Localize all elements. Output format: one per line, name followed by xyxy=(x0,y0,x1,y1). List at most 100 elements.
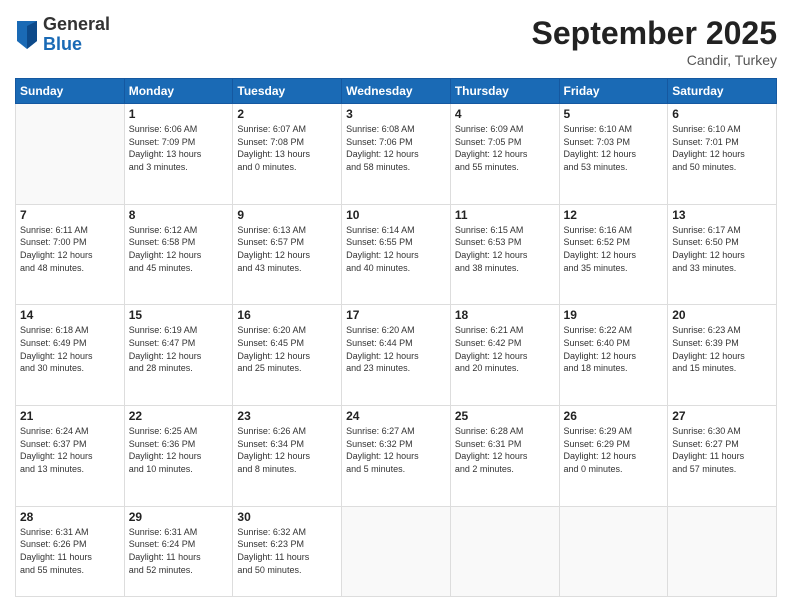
day-info: Sunrise: 6:18 AM Sunset: 6:49 PM Dayligh… xyxy=(20,324,120,374)
day-info: Sunrise: 6:10 AM Sunset: 7:03 PM Dayligh… xyxy=(564,123,664,173)
day-number: 9 xyxy=(237,208,337,222)
calendar-cell: 18 Sunrise: 6:21 AM Sunset: 6:42 PM Dayli… xyxy=(450,305,559,406)
calendar-week-row: 1 Sunrise: 6:06 AM Sunset: 7:09 PM Daylig… xyxy=(16,104,777,205)
calendar-cell: 11 Sunrise: 6:15 AM Sunset: 6:53 PM Dayli… xyxy=(450,204,559,305)
logo: General Blue xyxy=(15,15,110,55)
day-number: 3 xyxy=(346,107,446,121)
calendar-cell: 15Sunrise: 6:19 AM Sunset: 6:47 PM Dayli… xyxy=(124,305,233,406)
calendar-week-row: 28Sunrise: 6:31 AM Sunset: 6:26 PM Dayli… xyxy=(16,506,777,596)
day-info: Sunrise: 6:32 AM Sunset: 6:23 PM Dayligh… xyxy=(237,526,337,576)
calendar-cell xyxy=(450,506,559,596)
weekday-header-row: SundayMondayTuesdayWednesdayThursdayFrid… xyxy=(16,79,777,104)
weekday-header: Friday xyxy=(559,79,668,104)
day-info: Sunrise: 6:11 AM Sunset: 7:00 PM Dayligh… xyxy=(20,224,120,274)
day-info: Sunrise: 6:20 AM Sunset: 6:44 PM Dayligh… xyxy=(346,324,446,374)
calendar-cell: 10 Sunrise: 6:14 AM Sunset: 6:55 PM Dayli… xyxy=(342,204,451,305)
logo-text: General Blue xyxy=(43,15,110,55)
calendar-cell: 14 Sunrise: 6:18 AM Sunset: 6:49 PM Dayli… xyxy=(16,305,125,406)
day-number: 30 xyxy=(237,510,337,524)
day-info: Sunrise: 6:07 AM Sunset: 7:08 PM Dayligh… xyxy=(237,123,337,173)
calendar-week-row: 14 Sunrise: 6:18 AM Sunset: 6:49 PM Dayli… xyxy=(16,305,777,406)
logo-icon xyxy=(17,21,37,49)
calendar-cell: 26 Sunrise: 6:29 AM Sunset: 6:29 PM Dayli… xyxy=(559,406,668,507)
day-number: 17 xyxy=(346,308,446,322)
day-info: Sunrise: 6:09 AM Sunset: 7:05 PM Dayligh… xyxy=(455,123,555,173)
calendar-cell xyxy=(668,506,777,596)
weekday-header: Sunday xyxy=(16,79,125,104)
day-number: 25 xyxy=(455,409,555,423)
day-number: 21 xyxy=(20,409,120,423)
day-number: 18 xyxy=(455,308,555,322)
location: Candir, Turkey xyxy=(532,52,777,68)
calendar-cell xyxy=(342,506,451,596)
day-number: 16 xyxy=(237,308,337,322)
calendar-cell: 6 Sunrise: 6:10 AM Sunset: 7:01 PM Daylig… xyxy=(668,104,777,205)
day-number: 7 xyxy=(20,208,120,222)
logo-blue: Blue xyxy=(43,35,110,55)
day-info: Sunrise: 6:21 AM Sunset: 6:42 PM Dayligh… xyxy=(455,324,555,374)
day-number: 4 xyxy=(455,107,555,121)
day-info: Sunrise: 6:30 AM Sunset: 6:27 PM Dayligh… xyxy=(672,425,772,475)
weekday-header: Tuesday xyxy=(233,79,342,104)
calendar-cell: 25Sunrise: 6:28 AM Sunset: 6:31 PM Dayli… xyxy=(450,406,559,507)
calendar-cell: 2Sunrise: 6:07 AM Sunset: 7:08 PM Daylig… xyxy=(233,104,342,205)
logo-general: General xyxy=(43,15,110,35)
calendar-cell xyxy=(16,104,125,205)
calendar-cell: 27Sunrise: 6:30 AM Sunset: 6:27 PM Dayli… xyxy=(668,406,777,507)
day-number: 23 xyxy=(237,409,337,423)
day-number: 14 xyxy=(20,308,120,322)
calendar-cell: 5Sunrise: 6:10 AM Sunset: 7:03 PM Daylig… xyxy=(559,104,668,205)
calendar-cell: 30 Sunrise: 6:32 AM Sunset: 6:23 PM Dayli… xyxy=(233,506,342,596)
weekday-header: Saturday xyxy=(668,79,777,104)
calendar-cell: 20 Sunrise: 6:23 AM Sunset: 6:39 PM Dayli… xyxy=(668,305,777,406)
calendar-cell: 22 Sunrise: 6:25 AM Sunset: 6:36 PM Dayli… xyxy=(124,406,233,507)
calendar-week-row: 21 Sunrise: 6:24 AM Sunset: 6:37 PM Dayli… xyxy=(16,406,777,507)
day-number: 24 xyxy=(346,409,446,423)
day-info: Sunrise: 6:06 AM Sunset: 7:09 PM Dayligh… xyxy=(129,123,229,173)
day-number: 26 xyxy=(564,409,664,423)
day-info: Sunrise: 6:24 AM Sunset: 6:37 PM Dayligh… xyxy=(20,425,120,475)
day-info: Sunrise: 6:31 AM Sunset: 6:24 PM Dayligh… xyxy=(129,526,229,576)
weekday-header: Monday xyxy=(124,79,233,104)
day-number: 6 xyxy=(672,107,772,121)
weekday-header: Thursday xyxy=(450,79,559,104)
calendar-cell: 24 Sunrise: 6:27 AM Sunset: 6:32 PM Dayli… xyxy=(342,406,451,507)
day-info: Sunrise: 6:23 AM Sunset: 6:39 PM Dayligh… xyxy=(672,324,772,374)
calendar-cell: 19Sunrise: 6:22 AM Sunset: 6:40 PM Dayli… xyxy=(559,305,668,406)
day-number: 12 xyxy=(564,208,664,222)
calendar-cell: 16Sunrise: 6:20 AM Sunset: 6:45 PM Dayli… xyxy=(233,305,342,406)
title-area: September 2025 Candir, Turkey xyxy=(532,15,777,68)
calendar-cell: 17 Sunrise: 6:20 AM Sunset: 6:44 PM Dayli… xyxy=(342,305,451,406)
day-info: Sunrise: 6:14 AM Sunset: 6:55 PM Dayligh… xyxy=(346,224,446,274)
day-info: Sunrise: 6:10 AM Sunset: 7:01 PM Dayligh… xyxy=(672,123,772,173)
calendar-cell: 1 Sunrise: 6:06 AM Sunset: 7:09 PM Daylig… xyxy=(124,104,233,205)
day-number: 20 xyxy=(672,308,772,322)
calendar-cell: 13 Sunrise: 6:17 AM Sunset: 6:50 PM Dayli… xyxy=(668,204,777,305)
calendar-cell: 23 Sunrise: 6:26 AM Sunset: 6:34 PM Dayli… xyxy=(233,406,342,507)
day-info: Sunrise: 6:26 AM Sunset: 6:34 PM Dayligh… xyxy=(237,425,337,475)
calendar-cell: 3Sunrise: 6:08 AM Sunset: 7:06 PM Daylig… xyxy=(342,104,451,205)
day-number: 8 xyxy=(129,208,229,222)
day-info: Sunrise: 6:15 AM Sunset: 6:53 PM Dayligh… xyxy=(455,224,555,274)
day-number: 1 xyxy=(129,107,229,121)
calendar-cell: 12 Sunrise: 6:16 AM Sunset: 6:52 PM Dayli… xyxy=(559,204,668,305)
day-number: 10 xyxy=(346,208,446,222)
day-number: 13 xyxy=(672,208,772,222)
day-info: Sunrise: 6:29 AM Sunset: 6:29 PM Dayligh… xyxy=(564,425,664,475)
day-info: Sunrise: 6:25 AM Sunset: 6:36 PM Dayligh… xyxy=(129,425,229,475)
day-number: 15 xyxy=(129,308,229,322)
day-info: Sunrise: 6:17 AM Sunset: 6:50 PM Dayligh… xyxy=(672,224,772,274)
day-info: Sunrise: 6:16 AM Sunset: 6:52 PM Dayligh… xyxy=(564,224,664,274)
day-info: Sunrise: 6:27 AM Sunset: 6:32 PM Dayligh… xyxy=(346,425,446,475)
day-number: 28 xyxy=(20,510,120,524)
weekday-header: Wednesday xyxy=(342,79,451,104)
day-number: 11 xyxy=(455,208,555,222)
month-title: September 2025 xyxy=(532,15,777,52)
calendar-cell: 28Sunrise: 6:31 AM Sunset: 6:26 PM Dayli… xyxy=(16,506,125,596)
calendar-cell: 9Sunrise: 6:13 AM Sunset: 6:57 PM Daylig… xyxy=(233,204,342,305)
header: General Blue September 2025 Candir, Turk… xyxy=(15,15,777,68)
day-number: 19 xyxy=(564,308,664,322)
calendar-week-row: 7 Sunrise: 6:11 AM Sunset: 7:00 PM Daylig… xyxy=(16,204,777,305)
day-number: 22 xyxy=(129,409,229,423)
calendar-cell: 7 Sunrise: 6:11 AM Sunset: 7:00 PM Daylig… xyxy=(16,204,125,305)
